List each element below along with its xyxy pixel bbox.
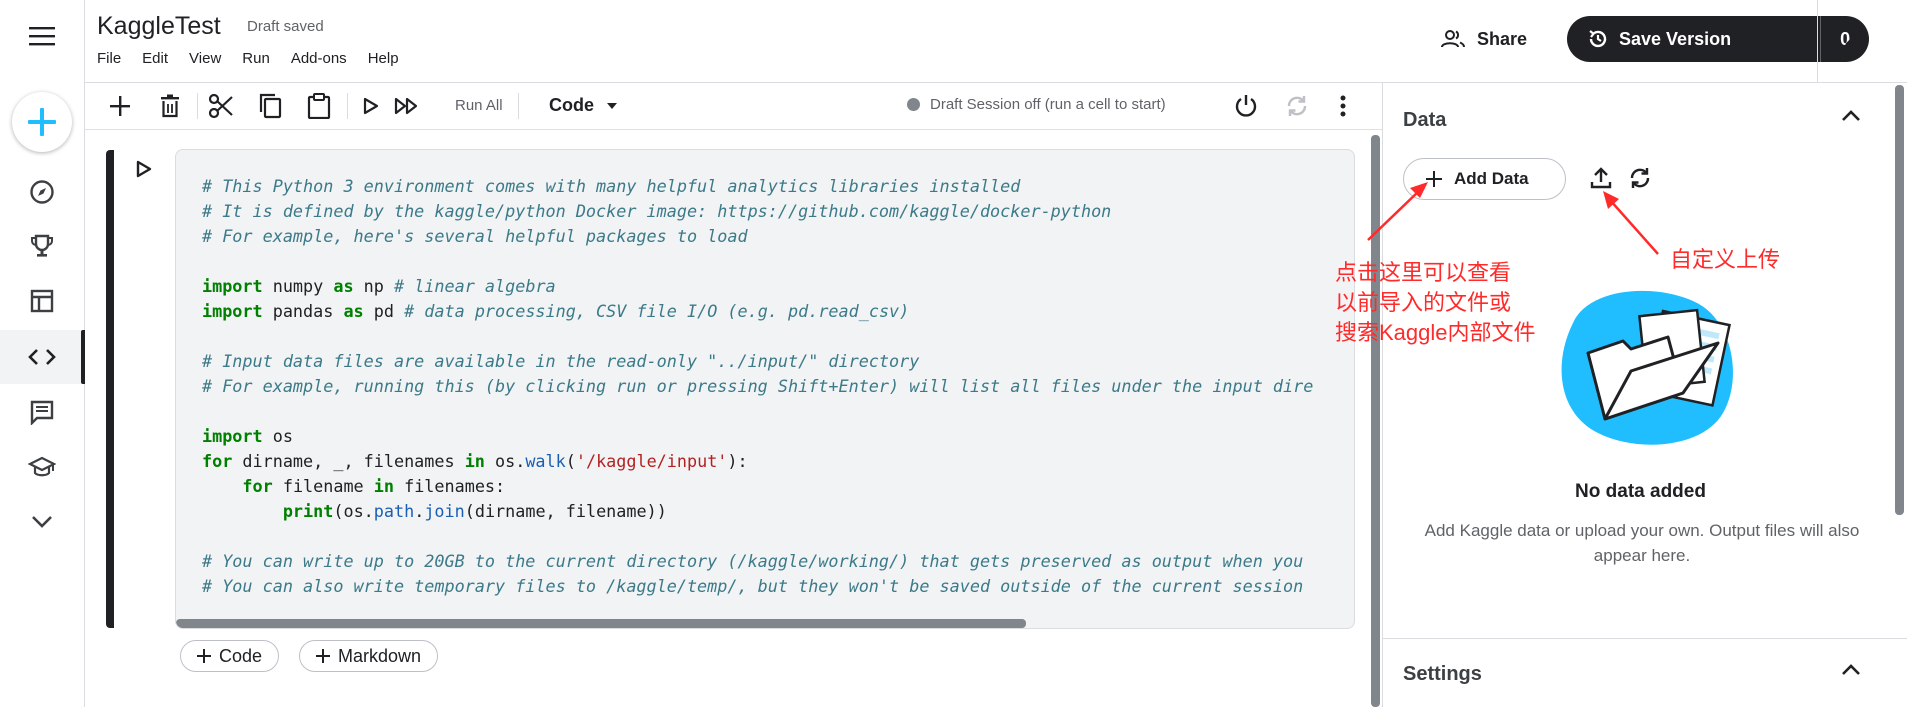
annotation-upload: 自定义上传	[1670, 247, 1781, 272]
annotation-add-data-line-3: 搜索Kaggle内部文件	[1335, 320, 1536, 345]
annotation-add-data-line-1: 点击这里可以查看	[1335, 260, 1512, 285]
annotation-add-data-line-2: 以前导入的文件或	[1335, 290, 1512, 315]
annotation-arrows	[1367, 182, 1659, 255]
